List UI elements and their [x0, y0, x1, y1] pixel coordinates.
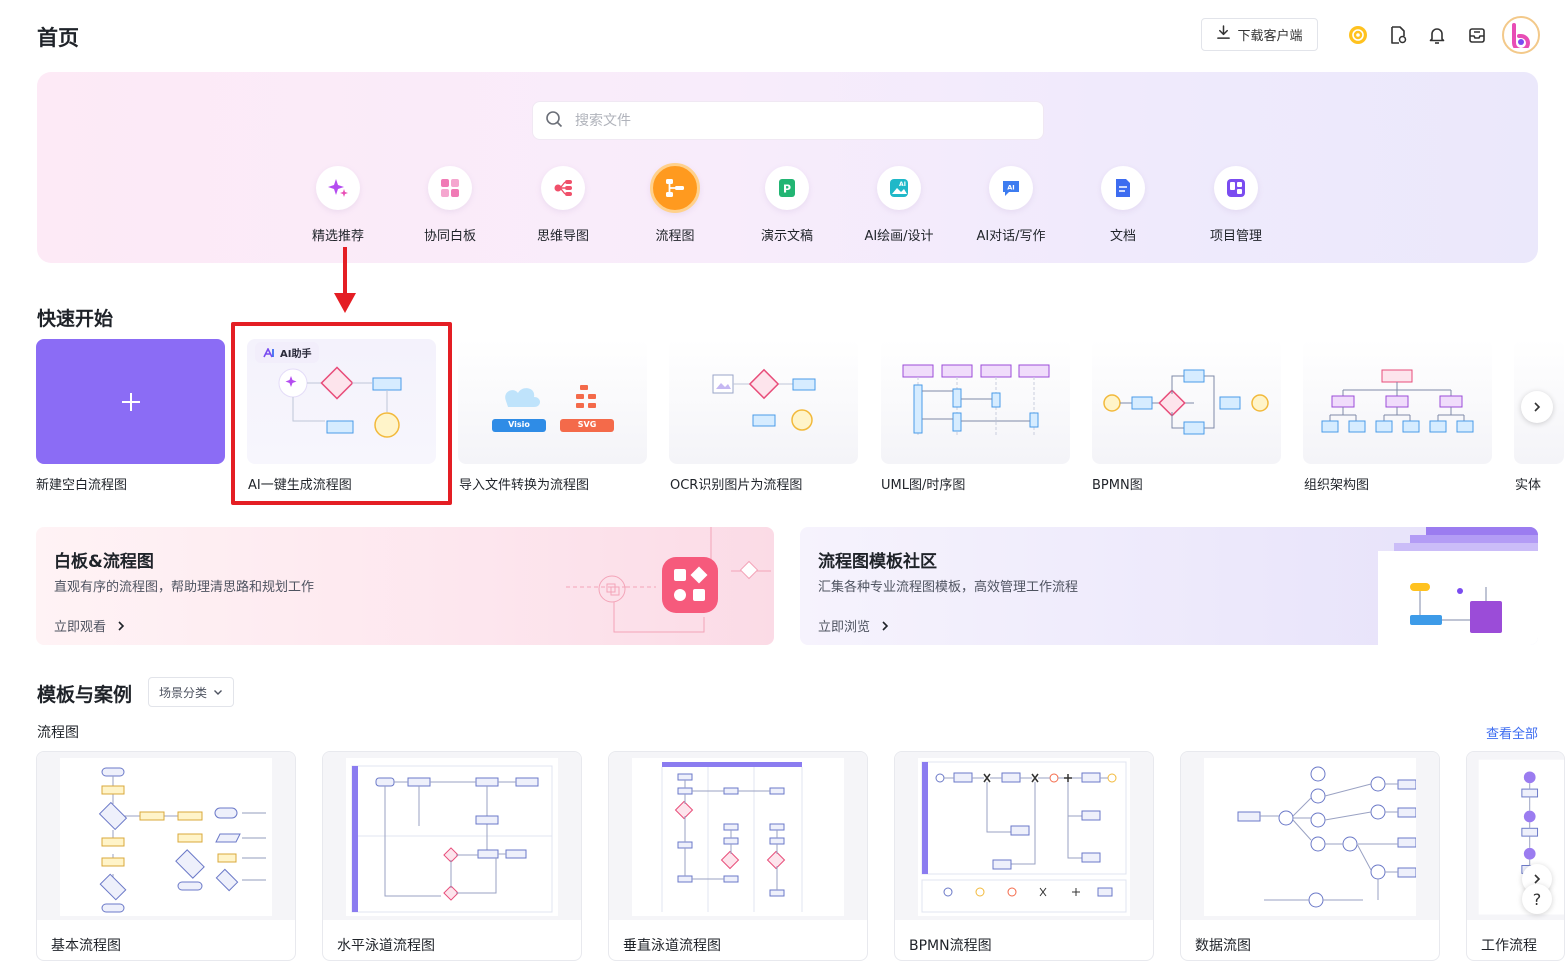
- inbox-icon[interactable]: [1466, 24, 1488, 46]
- banner-desc: 直观有序的流程图，帮助理清思路和规划工作: [54, 580, 315, 595]
- banner-illustration: [566, 527, 771, 633]
- category-label: 文档: [1109, 229, 1136, 244]
- uml-card[interactable]: [881, 339, 1070, 464]
- template-card[interactable]: 基本流程图: [36, 751, 296, 961]
- template-community-banner[interactable]: 流程图模板社区 汇集各种专业流程图模板，高效管理工作流程 立即浏览: [800, 527, 1538, 645]
- annotation-highlight-box: [231, 322, 452, 505]
- category-label: 流程图: [655, 229, 695, 244]
- avatar[interactable]: [1502, 16, 1540, 54]
- download-icon: [1216, 25, 1231, 44]
- quick-start-label: 新建空白流程图: [36, 478, 128, 493]
- mindmap-icon: [541, 166, 585, 210]
- category-label: 项目管理: [1209, 229, 1262, 244]
- svg-tag: SVG: [577, 420, 597, 429]
- svg-text:AI: AI: [899, 181, 906, 188]
- category-label: 思维导图: [536, 229, 589, 244]
- svg-text:P: P: [783, 183, 791, 196]
- annotation-arrow-icon: [334, 247, 356, 313]
- watch-now-link[interactable]: 立即观看: [54, 616, 126, 635]
- banner-illustration: [1378, 527, 1538, 645]
- banner-title: 白板&流程图: [54, 552, 154, 572]
- template-name: BPMN流程图: [909, 938, 992, 954]
- category-label: AI对话/写作: [976, 229, 1046, 244]
- quick-start-label: 实体: [1515, 478, 1542, 493]
- org-chart-card[interactable]: [1303, 339, 1492, 464]
- import-file-card[interactable]: Visio SVG: [458, 339, 647, 464]
- chevron-down-icon: [214, 690, 222, 695]
- chevron-right-icon: [118, 621, 125, 631]
- template-card[interactable]: 数据流图: [1180, 751, 1440, 961]
- bpmn-card[interactable]: [1092, 339, 1281, 464]
- bell-icon[interactable]: [1426, 24, 1448, 46]
- template-card[interactable]: 水平泳道流程图: [322, 751, 582, 961]
- document-edit-icon[interactable]: [1387, 24, 1409, 46]
- quick-start-title: 快速开始: [37, 308, 114, 330]
- template-name: 基本流程图: [51, 938, 121, 954]
- flowchart-icon: [650, 163, 700, 213]
- chevron-right-icon: [882, 621, 889, 631]
- template-card[interactable]: 垂直泳道流程图: [608, 751, 868, 961]
- template-name: 水平泳道流程图: [337, 938, 435, 954]
- templates-title: 模板与案例: [37, 684, 133, 706]
- download-client-button[interactable]: 下载客户端: [1201, 18, 1318, 51]
- coin-icon[interactable]: [1347, 24, 1369, 46]
- quick-start-next-button[interactable]: [1521, 391, 1553, 423]
- kanban-icon: [1214, 166, 1258, 210]
- category-featured[interactable]: 精选推荐: [283, 166, 393, 244]
- template-card[interactable]: BPMN流程图: [894, 751, 1154, 961]
- category-ai-image[interactable]: AI AI绘画/设计: [844, 166, 954, 244]
- category-whiteboard[interactable]: 协同白板: [395, 166, 505, 244]
- whiteboard-flowchart-banner[interactable]: 白板&流程图 直观有序的流程图，帮助理清思路和规划工作 立即观看: [36, 527, 774, 645]
- quick-start-label: BPMN图: [1092, 478, 1143, 493]
- quick-start-label: 组织架构图: [1304, 478, 1370, 493]
- template-card[interactable]: 工作流程: [1466, 751, 1565, 961]
- category-label: 协同白板: [423, 229, 476, 244]
- sparkle-icon: [316, 166, 360, 210]
- category-ai-chat[interactable]: AI AI对话/写作: [956, 166, 1066, 244]
- flowchart-subsection-title: 流程图: [37, 725, 79, 741]
- quick-start-label: OCR识别图片为流程图: [670, 478, 803, 493]
- presentation-icon: P: [765, 166, 809, 210]
- question-mark-icon: ?: [1532, 889, 1542, 909]
- category-mindmap[interactable]: 思维导图: [508, 166, 618, 244]
- chevron-right-icon: [1534, 402, 1541, 412]
- category-flowchart[interactable]: 流程图: [620, 163, 730, 244]
- svg-text:AI: AI: [1007, 184, 1014, 192]
- download-label: 下载客户端: [1237, 29, 1303, 44]
- category-presentation[interactable]: P 演示文稿: [732, 166, 842, 244]
- category-label: AI绘画/设计: [864, 229, 934, 244]
- category-label: 精选推荐: [311, 229, 364, 244]
- template-name: 数据流图: [1195, 938, 1251, 954]
- avatar-icon: [1512, 23, 1530, 48]
- banner-desc: 汇集各种专业流程图模板，高效管理工作流程: [818, 580, 1079, 595]
- browse-now-link[interactable]: 立即浏览: [818, 616, 890, 635]
- help-button[interactable]: ?: [1522, 884, 1552, 914]
- search-box[interactable]: [532, 101, 1044, 140]
- banner-title: 流程图模板社区: [818, 552, 937, 572]
- category-label: 演示文稿: [760, 229, 813, 244]
- scene-category-dropdown[interactable]: 场景分类: [148, 677, 234, 707]
- whiteboard-icon: [428, 166, 472, 210]
- page-title: 首页: [37, 26, 79, 50]
- visio-tag: Visio: [508, 420, 530, 429]
- template-name: 垂直泳道流程图: [623, 938, 721, 954]
- document-icon: [1101, 166, 1145, 210]
- quick-start-label: UML图/时序图: [881, 478, 966, 493]
- ai-chat-icon: AI: [989, 166, 1033, 210]
- template-name: 工作流程: [1481, 938, 1537, 954]
- plus-icon: [120, 382, 142, 422]
- search-input[interactable]: [575, 112, 975, 129]
- search-icon: [545, 110, 563, 132]
- category-project[interactable]: 项目管理: [1181, 166, 1291, 244]
- category-document[interactable]: 文档: [1068, 166, 1178, 244]
- new-blank-flowchart-card[interactable]: [36, 339, 225, 464]
- quick-start-label: 导入文件转换为流程图: [459, 478, 590, 493]
- ai-image-icon: AI: [877, 166, 921, 210]
- ocr-card[interactable]: [669, 339, 858, 464]
- view-all-link[interactable]: 查看全部: [1486, 723, 1538, 742]
